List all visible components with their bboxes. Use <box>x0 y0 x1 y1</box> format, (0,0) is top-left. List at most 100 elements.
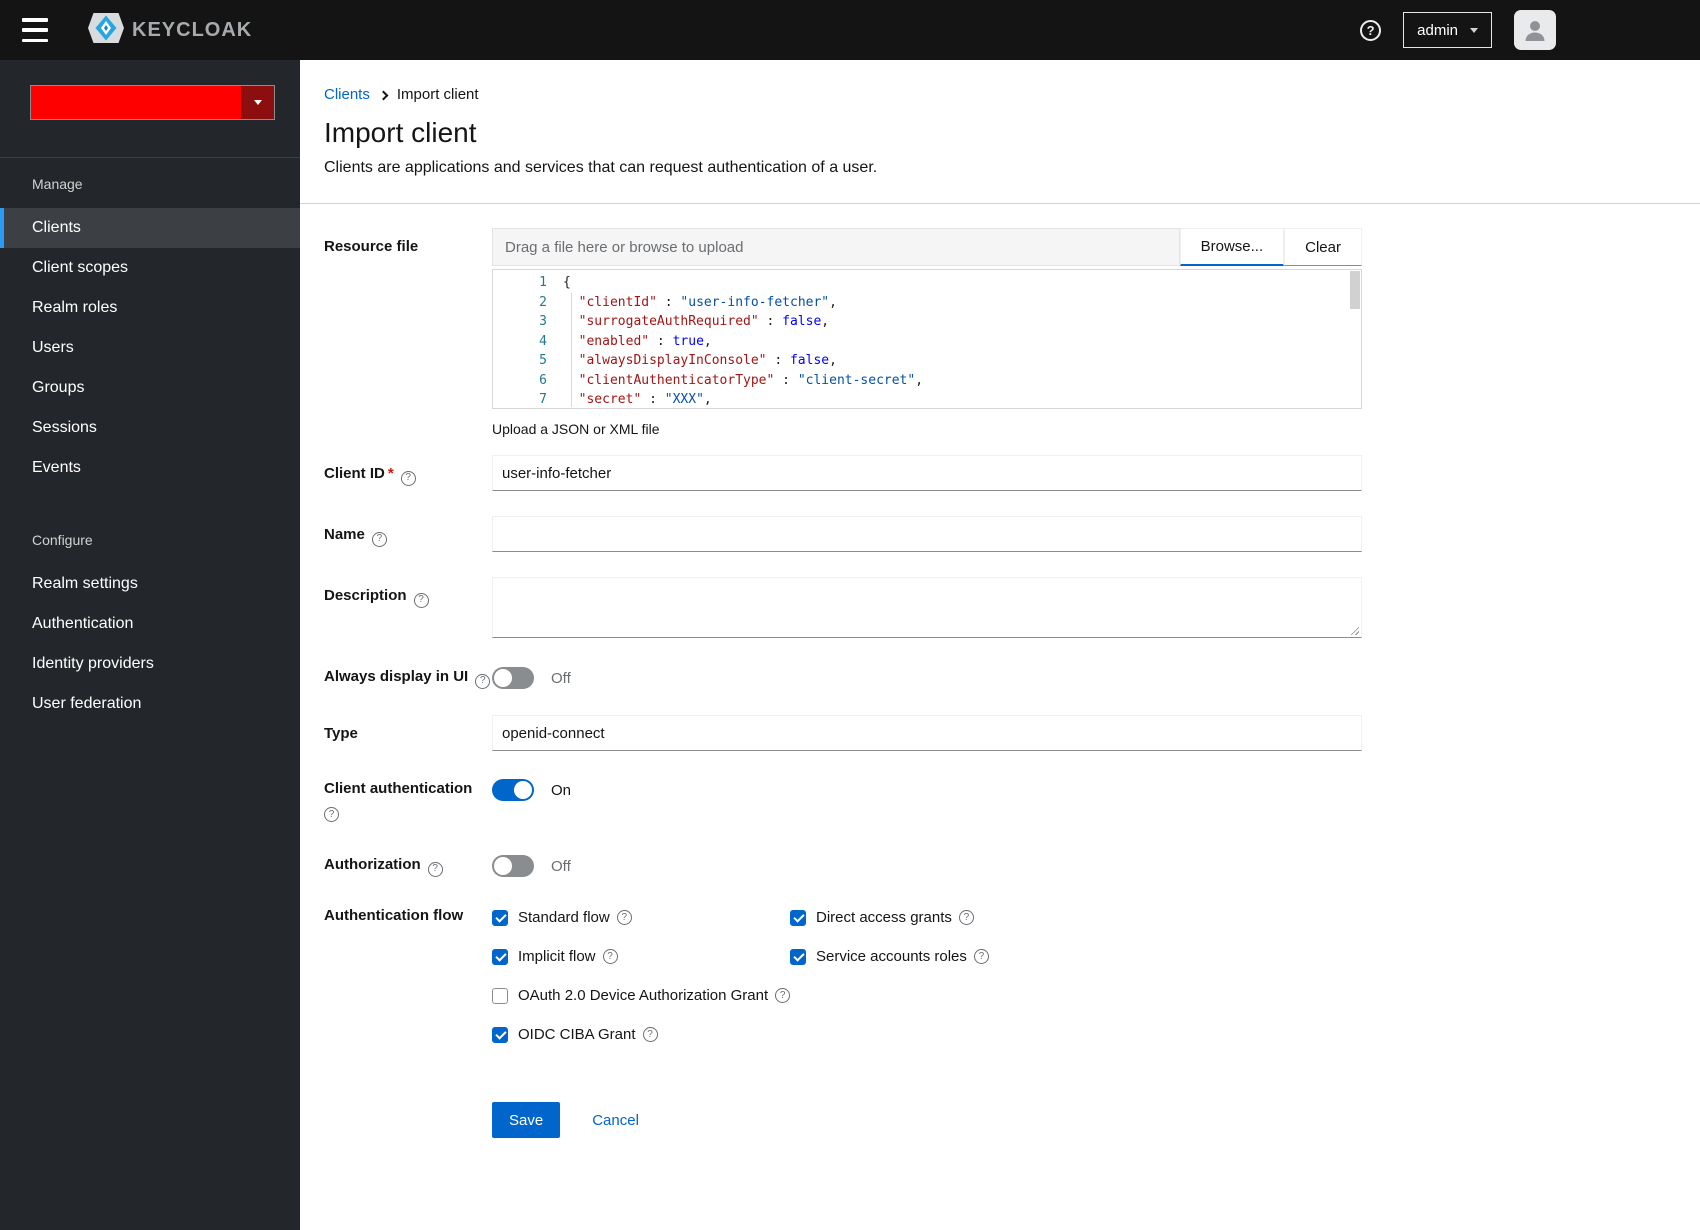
help-icon[interactable]: ? <box>642 1027 658 1042</box>
keycloak-logo[interactable]: KEYCLOAK <box>88 12 253 48</box>
json-separator: : <box>774 372 798 388</box>
sidebar-item-client-scopes[interactable]: Client scopes <box>0 248 300 288</box>
clear-button[interactable]: Clear <box>1284 228 1362 266</box>
toggle-state-label: Off <box>551 857 571 875</box>
sidebar: Manage Clients Client scopes Realm roles… <box>0 60 300 1230</box>
required-asterisk: * <box>387 465 394 482</box>
code-text: "clientAuthenticatorType" : "client-secr… <box>547 371 923 391</box>
sidebar-item-users[interactable]: Users <box>0 328 300 368</box>
nav-section-configure: Configure <box>32 532 93 548</box>
hamburger-menu-icon[interactable] <box>22 18 52 42</box>
json-separator: : <box>758 314 783 329</box>
json-key: "alwaysDisplayInConsole" <box>578 353 767 368</box>
help-icon[interactable]: ? <box>602 949 618 964</box>
type-label: Type <box>324 715 492 743</box>
json-boolean: false <box>782 314 822 329</box>
auth-flow-row: Authentication flow Standard flow ? Dire… <box>324 905 1362 1043</box>
checkbox-item-oauth-device-grant[interactable]: OAuth 2.0 Device Authorization Grant ? <box>492 987 1362 1004</box>
save-button[interactable]: Save <box>492 1102 561 1138</box>
sidebar-item-sessions[interactable]: Sessions <box>0 408 300 448</box>
help-icon[interactable]: ? <box>400 470 416 486</box>
realm-selector[interactable] <box>30 85 275 120</box>
sidebar-item-clients[interactable]: Clients <box>0 208 300 248</box>
help-icon[interactable]: ? <box>475 673 491 689</box>
sidebar-item-identity-providers[interactable]: Identity providers <box>0 644 300 684</box>
help-icon[interactable]: ? <box>413 592 429 608</box>
type-input[interactable] <box>492 715 1362 751</box>
checkbox-label: OIDC CIBA Grant <box>518 1026 636 1043</box>
auth-flow-options: Standard flow ? Direct access grants ? I… <box>492 905 1362 1043</box>
code-text: "enabled" : true, <box>547 332 712 352</box>
checkbox-item-oidc-ciba-grant[interactable]: OIDC CIBA Grant ? <box>492 1026 1362 1043</box>
json-boolean: true <box>672 333 704 349</box>
editor-scrollbar-thumb[interactable] <box>1350 271 1360 309</box>
avatar[interactable] <box>1514 10 1556 50</box>
checkbox-item-service-accounts-roles[interactable]: Service accounts roles ? <box>790 948 1362 965</box>
checkbox[interactable] <box>492 987 508 1004</box>
help-icon[interactable]: ? <box>958 910 974 925</box>
code-text: "surrogateAuthRequired" : false, <box>547 312 829 332</box>
name-input[interactable] <box>492 516 1362 552</box>
chevron-right-icon <box>378 90 389 100</box>
breadcrumb-link-clients[interactable]: Clients <box>324 86 370 103</box>
json-punct: , <box>703 392 712 407</box>
authorization-toggle[interactable] <box>492 855 534 877</box>
always-display-toggle[interactable] <box>492 667 534 689</box>
checkbox[interactable] <box>790 948 806 965</box>
toggle-state-label: Off <box>551 669 571 687</box>
checkbox[interactable] <box>492 1026 508 1043</box>
file-upload-input[interactable] <box>492 228 1180 266</box>
user-icon <box>1525 21 1545 41</box>
auth-flow-label: Authentication flow <box>324 905 492 925</box>
realm-name-redacted <box>31 86 241 119</box>
label-text: Client authentication <box>324 780 473 797</box>
authorization-row: Authorization? Off <box>324 854 1362 877</box>
sidebar-item-realm-roles[interactable]: Realm roles <box>0 288 300 328</box>
json-code-editor[interactable]: 1{ 2 "clientId" : "user-info-fetcher", 3… <box>492 269 1362 409</box>
label-text: Name <box>324 526 365 543</box>
client-auth-label: Client authentication ? <box>324 778 492 822</box>
sidebar-item-authentication[interactable]: Authentication <box>0 604 300 644</box>
checkbox-item-standard-flow[interactable]: Standard flow ? <box>492 909 790 926</box>
help-icon[interactable]: ? <box>371 531 387 547</box>
json-separator: : <box>766 353 790 368</box>
cancel-link[interactable]: Cancel <box>592 1112 639 1129</box>
help-icon[interactable]: ? <box>973 949 989 964</box>
checkbox-item-direct-access-grants[interactable]: Direct access grants ? <box>790 909 1362 926</box>
help-icon[interactable]: ? <box>616 910 632 925</box>
line-number: 5 <box>539 353 547 368</box>
client-id-row: Client ID *? <box>324 455 1362 491</box>
help-icon[interactable]: ? <box>427 861 443 877</box>
masthead-right: ? admin <box>1360 10 1556 50</box>
realm-caret[interactable] <box>241 86 274 119</box>
browse-button[interactable]: Browse... <box>1179 228 1285 266</box>
line-number: 6 <box>539 372 547 388</box>
checkbox[interactable] <box>492 948 508 965</box>
main-content: Clients Import client Import client Clie… <box>300 60 1700 1230</box>
sidebar-item-realm-settings[interactable]: Realm settings <box>0 564 300 604</box>
breadcrumb: Clients Import client <box>324 60 1362 103</box>
checkbox-item-implicit-flow[interactable]: Implicit flow ? <box>492 948 790 965</box>
help-icon[interactable]: ? <box>775 988 791 1003</box>
sidebar-item-groups[interactable]: Groups <box>0 368 300 408</box>
upload-helper-text: Upload a JSON or XML file <box>492 421 660 437</box>
help-icon[interactable]: ? <box>1360 19 1382 41</box>
checkbox[interactable] <box>492 909 508 926</box>
json-boolean: false <box>789 353 830 368</box>
label-text: Client ID <box>324 465 385 482</box>
code-line: 7 "secret" : "XXX", <box>493 390 1361 408</box>
client-auth-row: Client authentication ? On <box>324 778 1362 822</box>
client-auth-toggle[interactable] <box>492 779 534 801</box>
brand-text: KEYCLOAK <box>132 18 253 41</box>
checkbox[interactable] <box>790 909 806 926</box>
client-id-input[interactable] <box>492 455 1362 491</box>
description-textarea[interactable] <box>492 577 1362 638</box>
sidebar-item-events[interactable]: Events <box>0 448 300 488</box>
checkbox-label: Direct access grants <box>816 909 952 926</box>
breadcrumb-current: Import client <box>396 86 479 103</box>
user-menu-dropdown[interactable]: admin <box>1403 12 1492 48</box>
label-text: Type <box>324 725 358 742</box>
help-icon[interactable]: ? <box>324 807 339 822</box>
sidebar-item-user-federation[interactable]: User federation <box>0 684 300 724</box>
